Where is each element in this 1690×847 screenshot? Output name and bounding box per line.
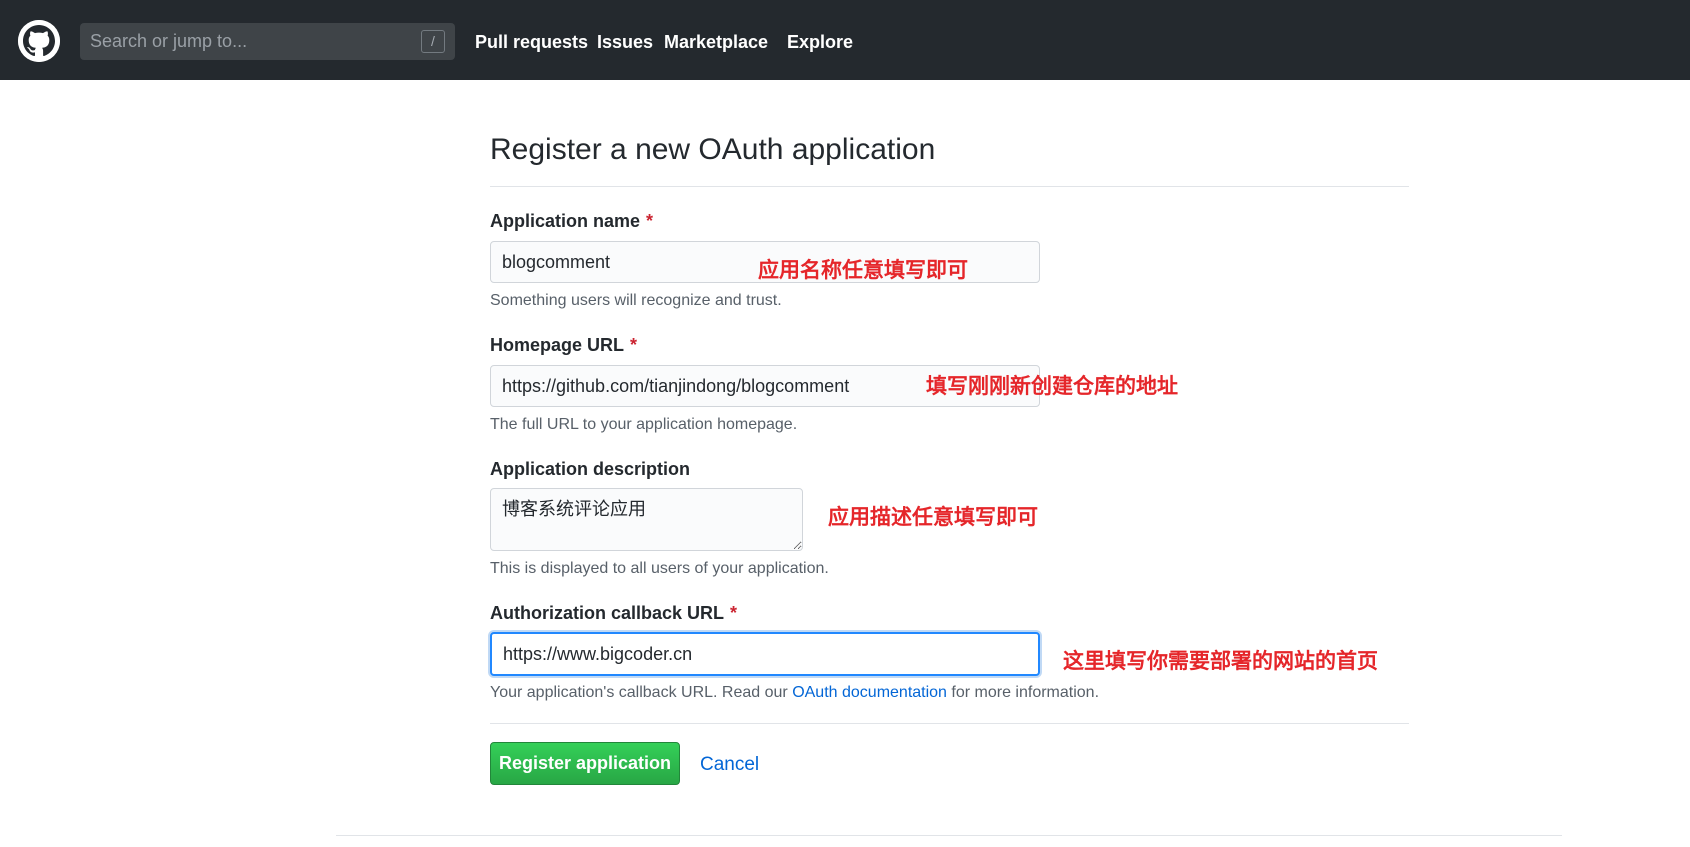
footer-divider <box>336 835 1562 836</box>
application-description-annotation: 应用描述任意填写即可 <box>828 506 1038 529</box>
callback-url-label-text: Authorization callback URL <box>490 603 725 623</box>
homepage-url-label-text: Homepage URL <box>490 335 625 355</box>
application-name-annotation: 应用名称任意填写即可 <box>758 259 968 282</box>
form-actions-divider <box>490 723 1409 724</box>
github-octocat-icon[interactable] <box>18 20 60 62</box>
page-title: Register a new OAuth application <box>490 133 936 166</box>
register-application-button[interactable]: Register application <box>490 742 680 785</box>
application-description-note: This is displayed to all users of your a… <box>490 560 829 577</box>
cancel-link[interactable]: Cancel <box>700 754 759 776</box>
callback-url-label: Authorization callback URL * <box>490 603 737 624</box>
nav-marketplace[interactable]: Marketplace <box>664 0 768 80</box>
nav-pull-requests[interactable]: Pull requests <box>475 0 588 80</box>
oauth-documentation-link[interactable]: OAuth documentation <box>792 684 947 701</box>
nav-issues[interactable]: Issues <box>597 0 653 80</box>
required-mark: * <box>646 211 654 231</box>
callback-url-note: Your application's callback URL. Read ou… <box>490 684 1099 702</box>
required-mark: * <box>630 335 638 355</box>
top-header: / Pull requests Issues Marketplace Explo… <box>0 0 1690 80</box>
application-description-label: Application description <box>490 459 691 479</box>
callback-note-text-end: for more information. <box>946 684 1100 701</box>
application-name-label-text: Application name <box>490 211 641 231</box>
search-box: / <box>80 23 455 60</box>
homepage-url-annotation: 填写刚刚新创建仓库的地址 <box>926 375 1178 398</box>
title-divider <box>490 186 1409 187</box>
slash-shortcut-hint: / <box>421 30 445 53</box>
nav-explore[interactable]: Explore <box>787 0 853 80</box>
required-mark: * <box>730 603 738 623</box>
homepage-url-note: The full URL to your application homepag… <box>490 416 798 433</box>
application-name-label: Application name * <box>490 211 653 232</box>
search-input[interactable] <box>80 23 455 60</box>
callback-note-text: Your application's callback URL. Read ou… <box>490 684 793 701</box>
callback-url-annotation: 这里填写你需要部署的网站的首页 <box>1063 650 1378 673</box>
application-description-textarea[interactable]: 博客系统评论应用 <box>490 488 803 551</box>
application-name-note: Something users will recognize and trust… <box>490 292 782 309</box>
homepage-url-label: Homepage URL * <box>490 335 637 356</box>
callback-url-input[interactable] <box>490 632 1040 676</box>
